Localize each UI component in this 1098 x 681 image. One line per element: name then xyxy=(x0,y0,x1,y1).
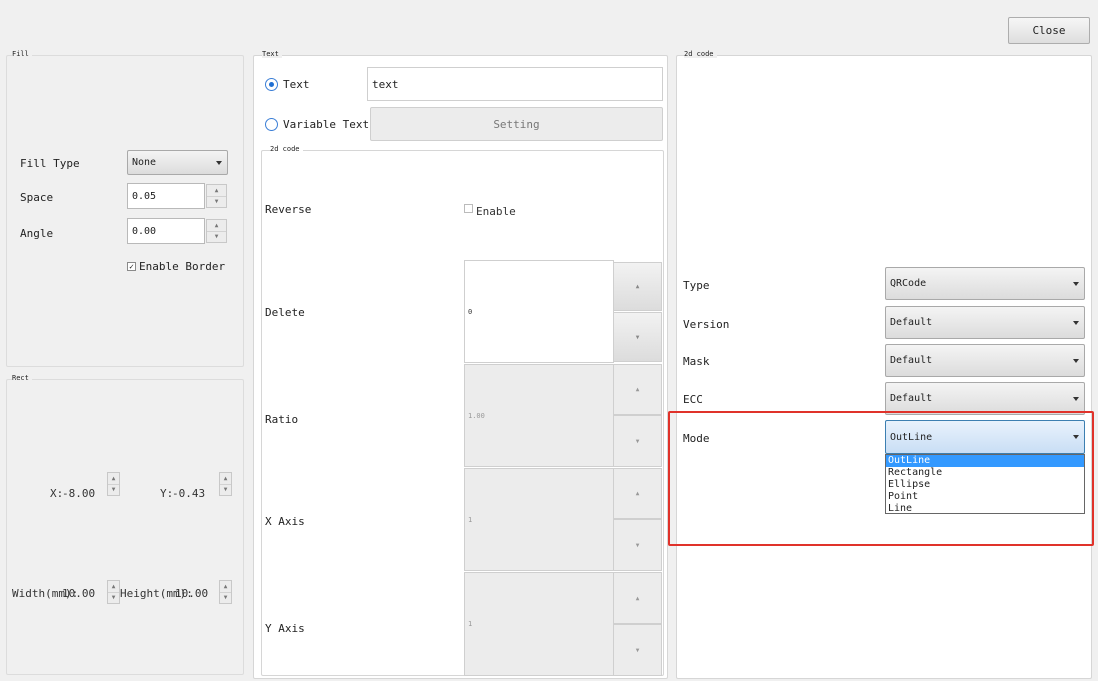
width-value[interactable]: 10.00 xyxy=(62,587,95,600)
step-up-icon[interactable]: ▲ xyxy=(220,473,231,485)
text-input[interactable]: text xyxy=(367,67,663,101)
fill-group xyxy=(6,55,244,367)
step-down-icon[interactable]: ▼ xyxy=(220,485,231,496)
step-up-icon[interactable]: ▲ xyxy=(220,581,231,593)
space-stepper[interactable]: ▲ ▼ xyxy=(206,184,227,208)
y-stepper[interactable]: ▲ ▼ xyxy=(219,472,232,496)
rect-group xyxy=(6,379,244,675)
angle-stepper[interactable]: ▲ ▼ xyxy=(206,219,227,243)
chevron-down-icon xyxy=(1073,320,1079,325)
step-up-icon[interactable]: ▲ xyxy=(108,473,119,485)
variable-text-label: Variable Text xyxy=(283,118,370,131)
version-value: Default xyxy=(890,317,933,328)
x-stepper[interactable]: ▲ ▼ xyxy=(107,472,120,496)
step-down-icon[interactable]: ▼ xyxy=(220,593,231,604)
reverse-enable-label: Enable xyxy=(476,205,516,218)
reverse-checkbox[interactable] xyxy=(464,204,473,213)
angle-label: Angle xyxy=(20,227,54,240)
step-down-icon[interactable]: ▼ xyxy=(108,485,119,496)
rect-group-title: Rect xyxy=(12,374,32,382)
chevron-down-icon xyxy=(1073,281,1079,286)
space-label: Space xyxy=(20,191,54,204)
ecc-label: ECC xyxy=(683,393,703,406)
step-down-icon[interactable]: ▼ xyxy=(207,197,226,208)
text-radio-label: Text xyxy=(283,78,310,91)
type-label: Type xyxy=(683,279,710,292)
step-up-icon[interactable]: ▲ xyxy=(207,220,226,232)
chevron-down-icon xyxy=(216,160,222,165)
enable-border-checkbox[interactable]: ✓ xyxy=(127,262,136,271)
type-value: QRCode xyxy=(890,278,927,289)
ecc-value: Default xyxy=(890,393,933,404)
step-up-icon[interactable]: ▲ xyxy=(207,185,226,197)
x-value[interactable]: -8.00 xyxy=(62,487,95,500)
x-axis-up-button[interactable]: ▲ xyxy=(613,468,662,519)
delete-up-button[interactable]: ▲ xyxy=(613,262,662,311)
mask-select[interactable]: Default xyxy=(885,344,1085,377)
y-axis-down-button[interactable]: ▼ xyxy=(613,624,662,676)
space-input[interactable]: 0.05 xyxy=(127,183,205,209)
x-axis-down-button[interactable]: ▼ xyxy=(613,519,662,571)
fill-group-title: Fill xyxy=(12,50,32,58)
width-stepper[interactable]: ▲ ▼ xyxy=(107,580,120,604)
step-up-icon[interactable]: ▲ xyxy=(108,581,119,593)
y-value[interactable]: -0.43 xyxy=(172,487,205,500)
delete-down-button[interactable]: ▼ xyxy=(613,312,662,362)
ratio-label: Ratio xyxy=(265,413,299,426)
ratio-down-button[interactable]: ▼ xyxy=(613,415,662,467)
x-axis-input[interactable]: 1 xyxy=(464,468,614,571)
ratio-input[interactable]: 1.00 xyxy=(464,364,614,467)
delete-input[interactable]: 0 xyxy=(464,260,614,363)
text-group-title: Text xyxy=(262,50,282,58)
highlight-annotation xyxy=(668,411,1094,546)
fill-type-value: None xyxy=(132,157,157,168)
fill-type-select[interactable]: None xyxy=(127,150,228,175)
code-sub-title: 2d code xyxy=(270,145,303,153)
chevron-down-icon xyxy=(1073,358,1079,363)
type-select[interactable]: QRCode xyxy=(885,267,1085,300)
y-axis-up-button[interactable]: ▲ xyxy=(613,572,662,624)
code-right-title: 2d code xyxy=(684,50,717,58)
x-axis-label: X Axis xyxy=(265,515,305,528)
enable-border-label: Enable Border xyxy=(139,260,226,273)
chevron-down-icon xyxy=(1073,396,1079,401)
text-radio[interactable] xyxy=(265,78,278,91)
version-label: Version xyxy=(683,318,730,331)
delete-label: Delete xyxy=(265,306,305,319)
variable-text-radio[interactable] xyxy=(265,118,278,131)
y-axis-input[interactable]: 1 xyxy=(464,572,614,676)
fill-type-label: Fill Type xyxy=(20,157,80,170)
mask-label: Mask xyxy=(683,355,710,368)
height-stepper[interactable]: ▲ ▼ xyxy=(219,580,232,604)
ratio-up-button[interactable]: ▲ xyxy=(613,364,662,415)
mask-value: Default xyxy=(890,355,933,366)
version-select[interactable]: Default xyxy=(885,306,1085,339)
top-bar xyxy=(0,0,1098,48)
angle-input[interactable]: 0.00 xyxy=(127,218,205,244)
reverse-label: Reverse xyxy=(265,203,312,216)
step-down-icon[interactable]: ▼ xyxy=(108,593,119,604)
close-button[interactable]: Close xyxy=(1008,17,1090,44)
setting-button[interactable]: Setting xyxy=(370,107,663,141)
step-down-icon[interactable]: ▼ xyxy=(207,232,226,243)
height-value[interactable]: 10.00 xyxy=(175,587,208,600)
y-axis-label: Y Axis xyxy=(265,622,305,635)
